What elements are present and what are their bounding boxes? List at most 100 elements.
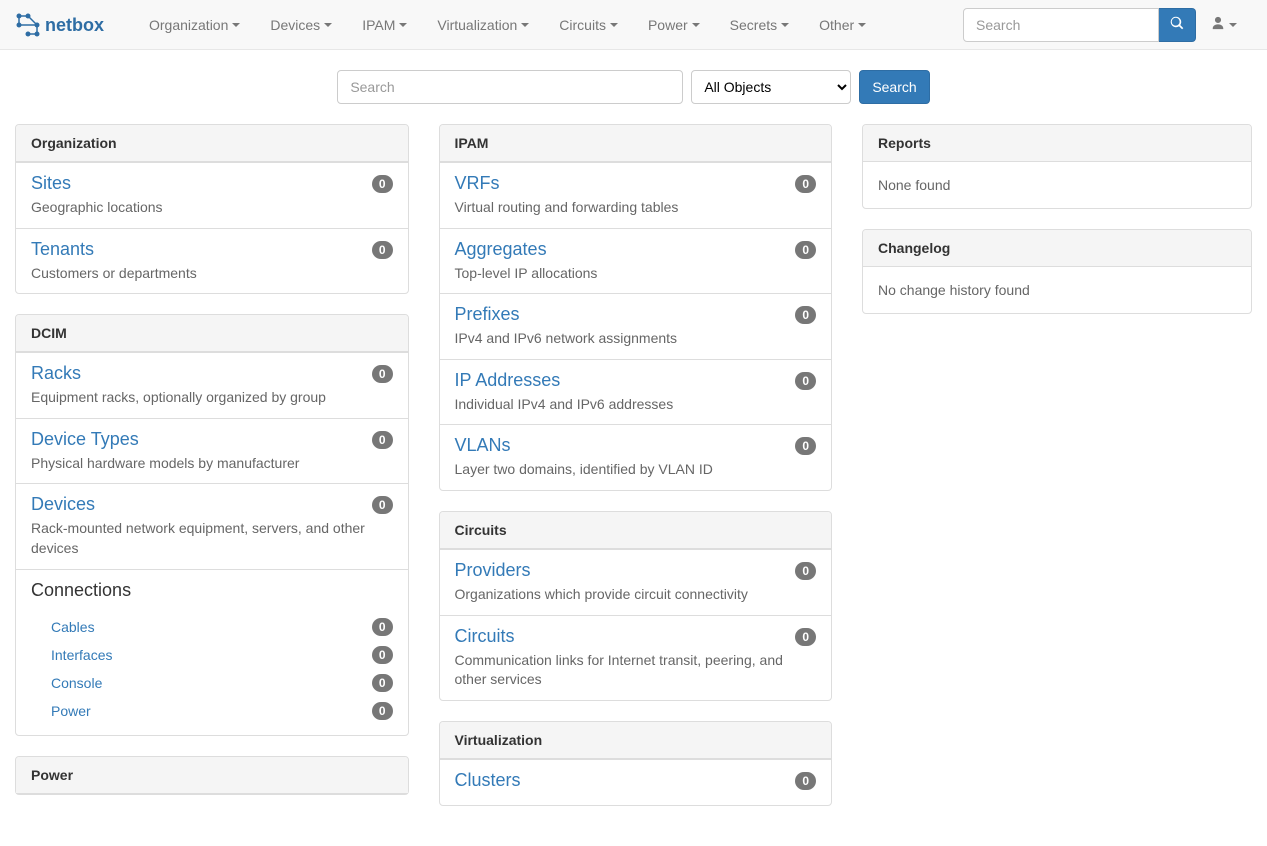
- chevron-down-icon: [324, 23, 332, 27]
- count-badge: 0: [372, 618, 393, 636]
- link-ip-addresses[interactable]: IP Addresses: [455, 370, 561, 390]
- link-sites[interactable]: Sites: [31, 173, 71, 193]
- item-desc: Virtual routing and forwarding tables: [455, 198, 817, 218]
- main-search-scope-select[interactable]: All Objects: [691, 70, 851, 104]
- panel-heading: Reports: [863, 125, 1251, 162]
- main-search-button[interactable]: Search: [859, 70, 929, 104]
- user-icon: [1211, 16, 1225, 33]
- panel-heading: Circuits: [440, 512, 832, 549]
- sublist-item-console: Console 0: [51, 669, 393, 697]
- nav-search-input[interactable]: [963, 8, 1159, 42]
- panel-heading: Virtualization: [440, 722, 832, 759]
- item-desc: Organizations which provide circuit conn…: [455, 585, 817, 605]
- list-item-circuits: 0 Circuits Communication links for Inter…: [440, 615, 832, 700]
- list-item-tenants: 0 Tenants Customers or departments: [16, 228, 408, 294]
- panel-dcim: DCIM 0 Racks Equipment racks, optionally…: [15, 314, 409, 735]
- panel-virtualization: Virtualization 0 Clusters: [439, 721, 833, 806]
- link-circuits[interactable]: Circuits: [455, 626, 515, 646]
- nav-item-devices[interactable]: Devices: [255, 2, 347, 48]
- count-badge: 0: [795, 437, 816, 455]
- panel-power: Power: [15, 756, 409, 795]
- item-desc: Physical hardware models by manufacturer: [31, 454, 393, 474]
- item-desc: Customers or departments: [31, 264, 393, 284]
- nav-item-other[interactable]: Other: [804, 2, 881, 48]
- link-aggregates[interactable]: Aggregates: [455, 239, 547, 259]
- link-cables[interactable]: Cables: [51, 619, 95, 635]
- chevron-down-icon: [781, 23, 789, 27]
- panel-changelog: Changelog No change history found: [862, 229, 1252, 314]
- count-badge: 0: [795, 241, 816, 259]
- link-clusters[interactable]: Clusters: [455, 770, 521, 790]
- panel-heading: DCIM: [16, 315, 408, 352]
- reports-body: None found: [863, 162, 1251, 208]
- link-prefixes[interactable]: Prefixes: [455, 304, 520, 324]
- list-item-prefixes: 0 Prefixes IPv4 and IPv6 network assignm…: [440, 293, 832, 359]
- link-console[interactable]: Console: [51, 675, 102, 691]
- sublist-item-interfaces: Interfaces 0: [51, 641, 393, 669]
- list-item-vlans: 0 VLANs Layer two domains, identified by…: [440, 424, 832, 490]
- count-badge: 0: [795, 772, 816, 790]
- nav-menu: Organization Devices IPAM Virtualization…: [134, 2, 881, 48]
- user-menu[interactable]: [1196, 1, 1252, 48]
- link-vlans[interactable]: VLANs: [455, 435, 511, 455]
- item-desc: Communication links for Internet transit…: [455, 651, 817, 690]
- panel-circuits: Circuits 0 Providers Organizations which…: [439, 511, 833, 701]
- list-item-connections: Connections Cables 0 Interfaces 0 Consol…: [16, 569, 408, 735]
- count-badge: 0: [795, 372, 816, 390]
- search-icon: [1170, 16, 1184, 33]
- count-badge: 0: [795, 628, 816, 646]
- navbar: netbox Organization Devices IPAM Virtual…: [0, 0, 1267, 50]
- brand-text: netbox: [45, 15, 104, 35]
- list-item-providers: 0 Providers Organizations which provide …: [440, 549, 832, 615]
- changelog-body: No change history found: [863, 267, 1251, 313]
- nav-item-virtualization[interactable]: Virtualization: [422, 2, 544, 48]
- nav-item-circuits[interactable]: Circuits: [544, 2, 633, 48]
- item-desc: Individual IPv4 and IPv6 addresses: [455, 395, 817, 415]
- chevron-down-icon: [232, 23, 240, 27]
- panel-heading: Organization: [16, 125, 408, 162]
- item-desc: Equipment racks, optionally organized by…: [31, 388, 393, 408]
- connections-heading: Connections: [31, 580, 393, 601]
- main-search-input[interactable]: [337, 70, 683, 104]
- count-badge: 0: [795, 562, 816, 580]
- brand-logo[interactable]: netbox: [15, 12, 119, 38]
- main-search-row: All Objects Search: [15, 50, 1252, 124]
- nav-search-form: [963, 8, 1196, 42]
- chevron-down-icon: [1229, 23, 1237, 27]
- link-device-types[interactable]: Device Types: [31, 429, 139, 449]
- link-vrfs[interactable]: VRFs: [455, 173, 500, 193]
- list-item-clusters: 0 Clusters: [440, 759, 832, 805]
- link-interfaces[interactable]: Interfaces: [51, 647, 112, 663]
- count-badge: 0: [795, 175, 816, 193]
- nav-item-secrets[interactable]: Secrets: [715, 2, 804, 48]
- nav-search-button[interactable]: [1159, 8, 1196, 42]
- chevron-down-icon: [399, 23, 407, 27]
- chevron-down-icon: [858, 23, 866, 27]
- panel-organization: Organization 0 Sites Geographic location…: [15, 124, 409, 294]
- link-racks[interactable]: Racks: [31, 363, 81, 383]
- nav-item-ipam[interactable]: IPAM: [347, 2, 422, 48]
- count-badge: 0: [795, 306, 816, 324]
- chevron-down-icon: [521, 23, 529, 27]
- item-desc: Layer two domains, identified by VLAN ID: [455, 460, 817, 480]
- sublist-item-power: Power 0: [51, 697, 393, 725]
- panel-reports: Reports None found: [862, 124, 1252, 209]
- nav-item-organization[interactable]: Organization: [134, 2, 255, 48]
- link-tenants[interactable]: Tenants: [31, 239, 94, 259]
- list-item-aggregates: 0 Aggregates Top-level IP allocations: [440, 228, 832, 294]
- count-badge: 0: [372, 646, 393, 664]
- count-badge: 0: [372, 175, 393, 193]
- nav-item-power[interactable]: Power: [633, 2, 715, 48]
- link-providers[interactable]: Providers: [455, 560, 531, 580]
- count-badge: 0: [372, 241, 393, 259]
- count-badge: 0: [372, 674, 393, 692]
- link-devices[interactable]: Devices: [31, 494, 95, 514]
- connections-sublist: Cables 0 Interfaces 0 Console 0 Power: [31, 605, 393, 725]
- count-badge: 0: [372, 702, 393, 720]
- list-item-device-types: 0 Device Types Physical hardware models …: [16, 418, 408, 484]
- count-badge: 0: [372, 431, 393, 449]
- item-desc: Top-level IP allocations: [455, 264, 817, 284]
- chevron-down-icon: [610, 23, 618, 27]
- panel-ipam: IPAM 0 VRFs Virtual routing and forwardi…: [439, 124, 833, 491]
- link-power-connections[interactable]: Power: [51, 703, 91, 719]
